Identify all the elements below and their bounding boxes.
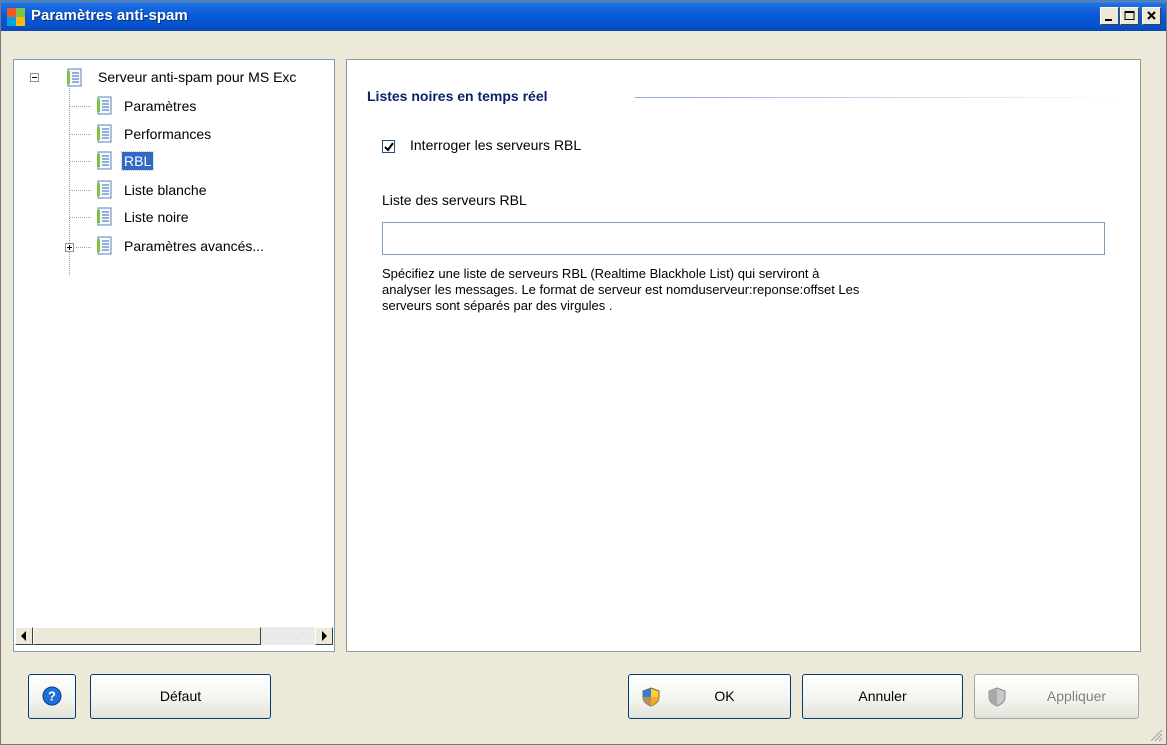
query-rbl-checkbox[interactable] [382, 140, 395, 153]
settings-page-icon [97, 180, 112, 199]
section-divider [635, 97, 1125, 98]
scroll-right-button[interactable] [315, 627, 333, 645]
rbl-servers-input[interactable] [382, 222, 1105, 255]
anti-spam-settings-window: Paramètres anti-spam Serveur anti-spam p… [0, 0, 1167, 745]
tree-item-label: Performances [124, 126, 212, 142]
ok-button-label: OK [714, 688, 735, 704]
default-button-label: Défaut [159, 688, 202, 704]
app-icon [7, 8, 25, 26]
rbl-settings-panel: Listes noires en temps réel Interroger l… [346, 59, 1141, 652]
tree-item-label: Liste blanche [124, 182, 207, 198]
close-button[interactable] [1142, 7, 1161, 25]
help-button[interactable]: ? [28, 674, 76, 719]
close-icon [1147, 11, 1156, 20]
settings-page-icon [97, 236, 112, 255]
tree-item-label: Paramètres avancés... [124, 238, 265, 254]
arrow-right-icon [322, 631, 327, 641]
rbl-help-text: Spécifiez une liste de serveurs RBL (Rea… [382, 266, 860, 313]
tree-item-label: Paramètres [124, 98, 197, 114]
scroll-track[interactable] [261, 627, 315, 645]
checkmark-icon [384, 142, 394, 152]
minimize-icon [1105, 19, 1112, 21]
tree-item-label: Serveur anti-spam pour MS Exc [98, 69, 297, 85]
scroll-thumb[interactable] [33, 627, 261, 645]
tree-horizontal-scrollbar[interactable] [15, 627, 333, 645]
minimize-button[interactable] [1100, 7, 1119, 25]
query-rbl-label[interactable]: Interroger les serveurs RBL [410, 137, 581, 153]
ok-button[interactable]: OK [628, 674, 791, 719]
rbl-list-label: Liste des serveurs RBL [382, 192, 527, 208]
settings-page-icon [97, 96, 112, 115]
scroll-left-button[interactable] [15, 627, 33, 645]
tree-item-label: RBL [120, 151, 155, 171]
window-title: Paramètres anti-spam [31, 7, 188, 24]
section-title: Listes noires en temps réel [367, 88, 548, 104]
settings-page-icon [67, 68, 82, 87]
tree-item-label: Liste noire [124, 209, 189, 225]
settings-tree[interactable]: Serveur anti-spam pour MS Exc Paramètres… [13, 59, 335, 652]
settings-page-icon [97, 151, 112, 170]
uac-shield-icon [642, 687, 660, 707]
settings-page-icon [97, 207, 112, 226]
cancel-button[interactable]: Annuler [802, 674, 963, 719]
tree-expand-toggle[interactable] [65, 243, 74, 252]
tree-collapse-toggle[interactable] [30, 73, 39, 82]
uac-shield-icon [988, 687, 1006, 707]
help-icon: ? [42, 686, 62, 706]
default-button[interactable]: Défaut [90, 674, 271, 719]
apply-button[interactable]: Appliquer [974, 674, 1139, 719]
resize-grip-icon[interactable] [1149, 728, 1163, 742]
apply-button-label: Appliquer [1046, 688, 1107, 704]
maximize-icon [1124, 11, 1135, 20]
maximize-button[interactable] [1120, 7, 1139, 25]
arrow-left-icon [21, 631, 26, 641]
settings-page-icon [97, 124, 112, 143]
title-bar[interactable]: Paramètres anti-spam [1, 1, 1166, 31]
cancel-button-label: Annuler [858, 688, 907, 704]
svg-text:?: ? [48, 689, 56, 704]
